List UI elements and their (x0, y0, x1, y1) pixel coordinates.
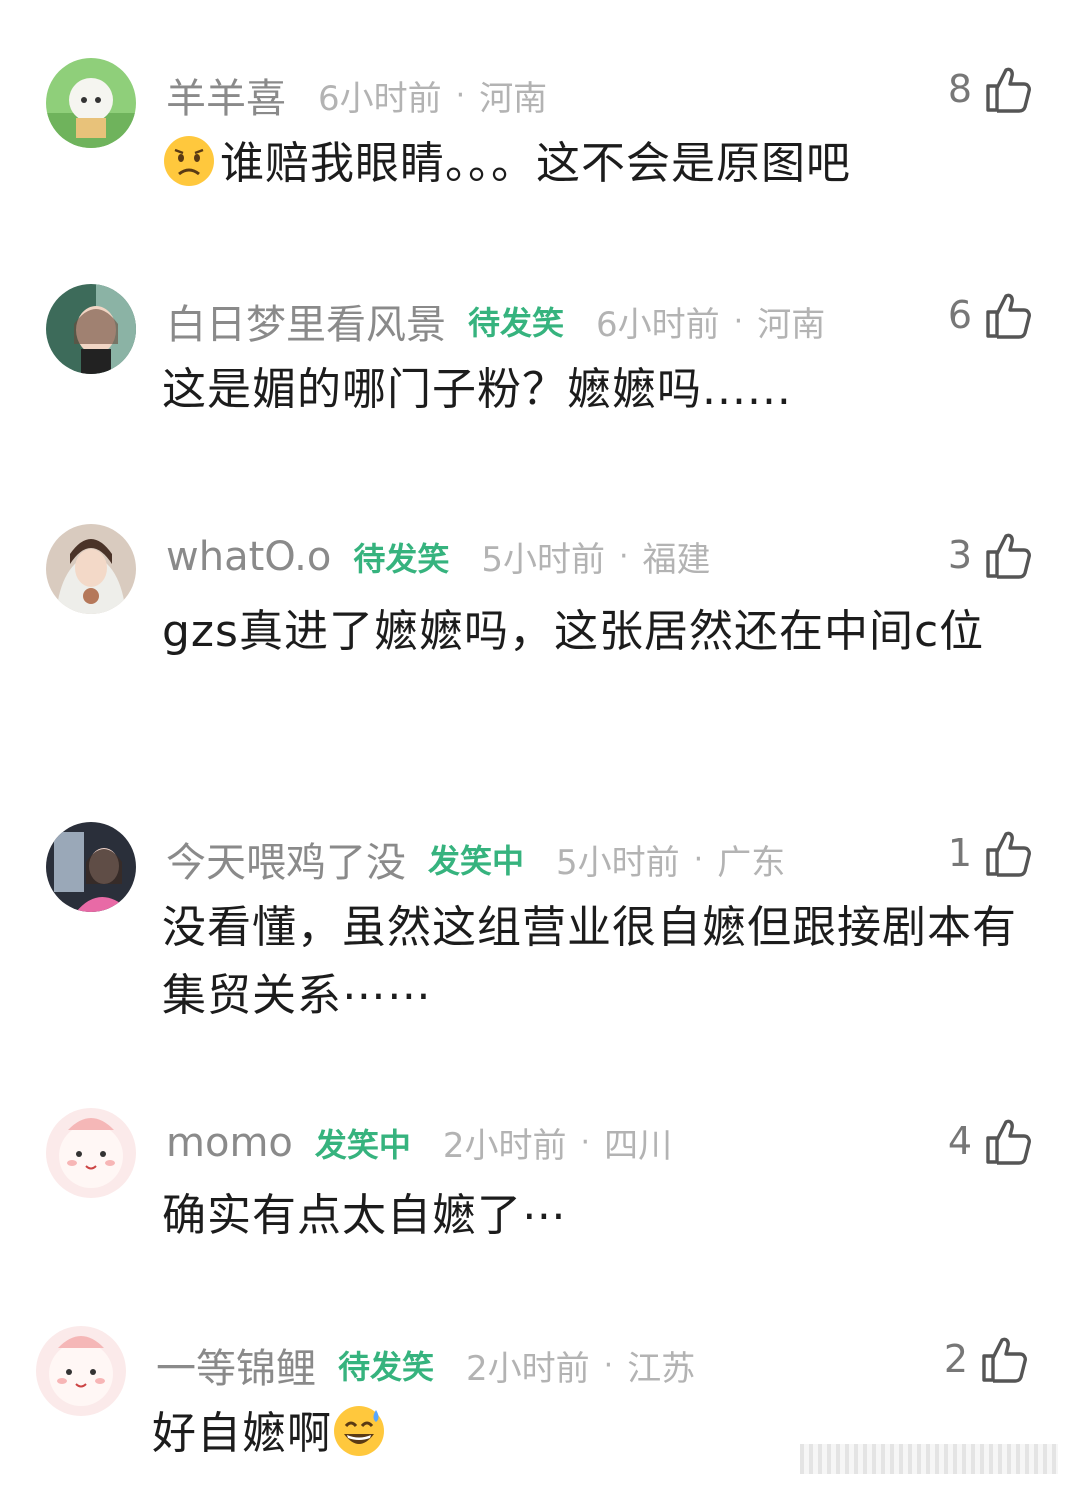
avatar[interactable] (46, 58, 136, 148)
comment-location: 江苏 (627, 1348, 696, 1389)
comment-time: 5小时前 (556, 842, 680, 883)
avatar[interactable] (46, 1108, 136, 1198)
comment-location: 河南 (757, 304, 826, 345)
username[interactable]: 羊羊喜 (166, 66, 286, 124)
like-count: 6 (947, 293, 972, 337)
comment-location: 广东 (717, 842, 786, 883)
comment-time: 5小时前 (481, 540, 605, 580)
comment-text: 确实有点太自嬷了⋯ (162, 1190, 567, 1241)
comment-time: 6小时前 (596, 304, 720, 345)
username[interactable]: 白日梦里看风景 (166, 292, 446, 350)
like-button[interactable]: 8 (948, 64, 1032, 114)
separator-dot: · (733, 303, 744, 339)
user-tag: 待发笑 (338, 1348, 435, 1386)
thumbs-up-icon[interactable] (984, 64, 1032, 114)
comment-text: 谁赔我眼睛。。。这不会是原图吧 (162, 130, 1042, 198)
separator-dot: · (693, 841, 704, 877)
avatar[interactable] (46, 822, 136, 912)
comment-meta: 一等锦鲤 待发笑 2小时前 · 江苏 (156, 1336, 695, 1394)
comment-meta: 白日梦里看风景 待发笑 6小时前 · 河南 (166, 292, 825, 350)
user-tag: 发笑中 (314, 1125, 411, 1164)
comment-text: 没看懂，虽然这组营业很自嬷但跟接剧本有集贸关系⋯⋯ (162, 902, 1017, 1021)
like-button[interactable]: 6 (948, 290, 1032, 340)
user-tag: 待发笑 (353, 539, 450, 578)
comment-text-body: 好自嬷啊 (152, 1408, 332, 1459)
like-button[interactable]: 4 (948, 1116, 1032, 1166)
thumbs-up-icon[interactable] (984, 530, 1032, 580)
thumbs-up-icon[interactable] (984, 290, 1032, 340)
comment-meta: momo 发笑中 2小时前 · 四川 (166, 1118, 672, 1167)
separator-dot: · (455, 77, 466, 113)
separator-dot: · (580, 1125, 591, 1160)
like-count: 2 (943, 1337, 968, 1381)
comment-location: 福建 (642, 540, 711, 580)
comment-time: 2小时前 (466, 1348, 590, 1389)
bottom-watermark-bar (800, 1444, 1058, 1474)
like-button[interactable]: 3 (948, 530, 1032, 580)
thumbs-up-icon[interactable] (980, 1334, 1028, 1384)
comment-location: 四川 (604, 1126, 673, 1166)
username[interactable]: 一等锦鲤 (156, 1336, 316, 1394)
like-button[interactable]: 1 (948, 828, 1032, 878)
comment-text: gzs真进了嬷嬷吗，这张居然还在中间c位 (162, 606, 985, 657)
username[interactable]: momo (166, 1120, 293, 1166)
like-count: 8 (947, 67, 972, 111)
comment-text: 这是媚的哪门子粉？嬷嬷吗...... (162, 364, 792, 415)
username[interactable]: whatO.o (166, 534, 331, 580)
comment-location: 河南 (479, 78, 548, 119)
like-count: 4 (947, 1119, 972, 1163)
avatar[interactable] (46, 284, 136, 374)
comment-time: 6小时前 (318, 78, 442, 119)
like-count: 1 (947, 831, 972, 875)
grinning-sweat-face-icon (332, 1404, 386, 1458)
user-tag: 待发笑 (468, 304, 565, 342)
thumbs-up-icon[interactable] (984, 828, 1032, 878)
like-button[interactable]: 2 (944, 1334, 1028, 1384)
avatar[interactable] (36, 1326, 126, 1416)
comment-time: 2小时前 (442, 1126, 567, 1166)
separator-dot: · (618, 539, 629, 574)
comment-meta: 羊羊喜 6小时前 · 河南 (166, 66, 547, 124)
comment-text-body: 谁赔我眼睛。。。这不会是原图吧 (220, 138, 851, 189)
thumbs-up-icon[interactable] (984, 1116, 1032, 1166)
separator-dot: · (603, 1347, 614, 1383)
avatar[interactable] (46, 524, 136, 614)
username[interactable]: 今天喂鸡了没 (166, 830, 406, 888)
worried-face-icon (162, 134, 216, 188)
user-tag: 发笑中 (428, 842, 525, 880)
comment-meta: whatO.o 待发笑 5小时前 · 福建 (166, 532, 711, 581)
like-count: 3 (947, 533, 972, 577)
comment-meta: 今天喂鸡了没 发笑中 5小时前 · 广东 (166, 830, 785, 888)
